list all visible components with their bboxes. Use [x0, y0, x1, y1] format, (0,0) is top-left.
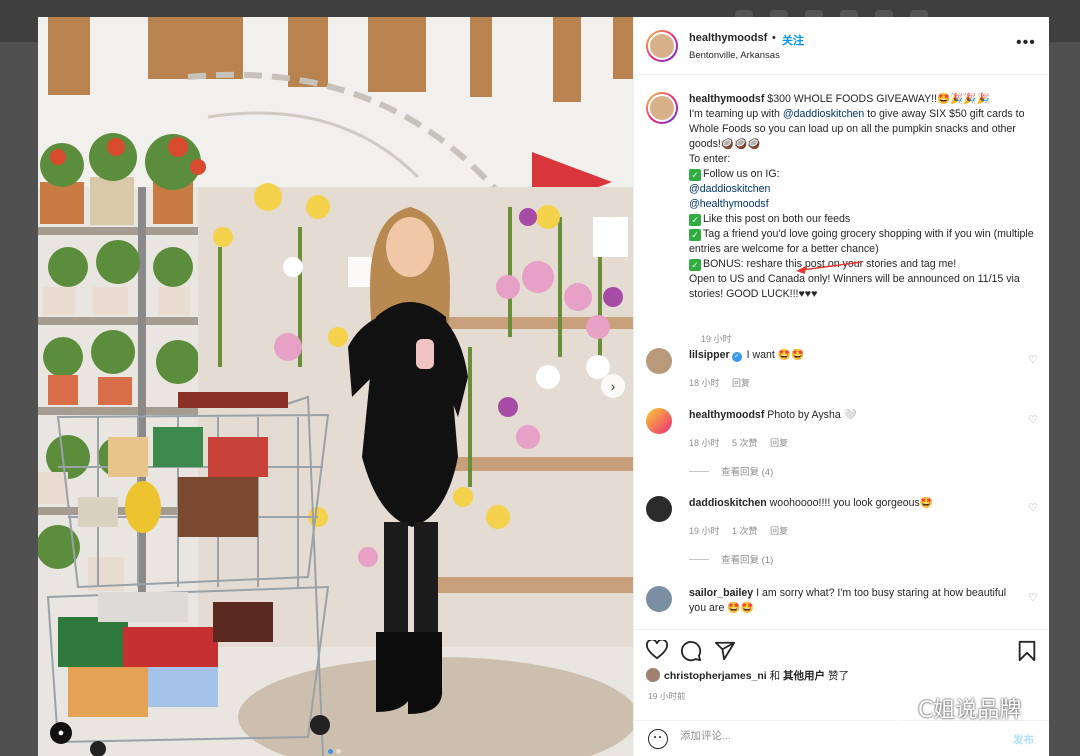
- comment-avatar[interactable]: [646, 348, 672, 374]
- heart-icon[interactable]: [646, 640, 668, 660]
- comment-text: lilsipper ✓ I want 🤩🤩: [689, 348, 1014, 363]
- post-photo: › ●: [38, 17, 633, 756]
- post-comment-button[interactable]: 发布: [1013, 732, 1034, 747]
- caption-line1: $300 WHOLE FOODS GIVEAWAY!!🤩🎉🎉🎉: [767, 93, 990, 105]
- carousel-dot: [336, 749, 341, 754]
- comment-username[interactable]: healthymoodsf: [689, 409, 764, 421]
- comment-heart-icon[interactable]: ♡: [1028, 591, 1038, 604]
- comment-input[interactable]: [680, 730, 980, 742]
- post-timestamp: 19 小时前: [648, 691, 686, 701]
- view-replies-button[interactable]: 查看回复 (4): [689, 464, 773, 478]
- caption-mention-1[interactable]: @daddioskitchen: [689, 183, 770, 195]
- caption-username[interactable]: healthymoodsf: [689, 93, 764, 105]
- add-comment-bar: 发布: [634, 720, 1049, 756]
- comment-meta: 18 小时 5 次赞 回复: [689, 436, 798, 449]
- comment-icon[interactable]: [680, 640, 702, 662]
- caption-avatar[interactable]: [646, 92, 678, 124]
- caption-text: healthymoodsf $300 WHOLE FOODS GIVEAWAY!…: [689, 92, 1044, 302]
- backdrop-right: [1049, 42, 1080, 756]
- view-replies-label: 查看回复 (1): [721, 555, 774, 566]
- comment-text: daddioskitchen woohoooo!!!! you look gor…: [689, 496, 1014, 511]
- view-replies-label: 查看回复 (4): [721, 467, 774, 478]
- share-icon[interactable]: [714, 640, 736, 662]
- caption-time: 19 小时: [701, 334, 732, 344]
- check-icon: ✓: [689, 259, 701, 271]
- comment-avatar[interactable]: [646, 496, 672, 522]
- comments-scroll-area[interactable]: healthymoodsf $300 WHOLE FOODS GIVEAWAY!…: [634, 76, 1049, 629]
- check-icon: ✓: [689, 169, 701, 181]
- watermark-text: C姐说品牌: [918, 698, 1022, 723]
- check-icon: ✓: [689, 214, 701, 226]
- comment-heart-icon[interactable]: ♡: [1028, 501, 1038, 514]
- user-tag-icon[interactable]: ●: [50, 722, 72, 744]
- comment-time: 18 小时: [689, 438, 720, 448]
- caption-step2: Like this post on both our feeds: [703, 213, 851, 225]
- reply-button[interactable]: 回复: [770, 438, 788, 448]
- comment-body: Photo by Aysha 🤍: [767, 409, 857, 421]
- caption-closing: Open to US and Canada only! Winners will…: [689, 273, 1020, 300]
- caption-mention-daddioskitchen[interactable]: @daddioskitchen: [783, 108, 864, 120]
- reply-button[interactable]: 回复: [770, 526, 788, 536]
- liker-username[interactable]: christopherjames_ni: [664, 670, 767, 682]
- post-location[interactable]: Bentonville, Arkansas: [689, 50, 780, 61]
- wechat-watermark-icon: [872, 695, 910, 721]
- caption-to-enter: To enter:: [689, 153, 731, 165]
- check-icon: ✓: [689, 229, 701, 241]
- comment-text: sailor_bailey I am sorry what? I'm too b…: [689, 586, 1014, 616]
- header-avatar[interactable]: [646, 30, 678, 62]
- likes-others[interactable]: 其他用户: [783, 670, 825, 682]
- post-actions: [634, 629, 1049, 669]
- post-photo-image: [38, 17, 633, 756]
- comment-time: 19 小时: [689, 526, 720, 536]
- next-photo-arrow-icon[interactable]: ›: [601, 374, 625, 398]
- header-separator: •: [772, 32, 776, 44]
- comment-likes[interactable]: 5 次赞: [732, 438, 758, 448]
- more-icon[interactable]: •••: [1016, 34, 1036, 52]
- comment-avatar[interactable]: [646, 586, 672, 612]
- comment-heart-icon[interactable]: ♡: [1028, 353, 1038, 366]
- verified-badge-icon: ✓: [731, 352, 742, 362]
- comment-text: healthymoodsf Photo by Aysha 🤍: [689, 408, 1014, 423]
- carousel-dot-active: [328, 749, 333, 754]
- comment-body: woohoooo!!!! you look gorgeous🤩: [769, 497, 934, 509]
- emoji-icon[interactable]: [648, 729, 668, 749]
- caption-line2a: I'm teaming up with: [689, 108, 783, 120]
- post-header: healthymoodsf • 关注 Bentonville, Arkansas…: [634, 17, 1049, 75]
- bookmark-icon[interactable]: [1017, 640, 1037, 662]
- likes-connector: 和: [766, 670, 784, 682]
- comment-time: 18 小时: [689, 378, 720, 388]
- comment-body: I want 🤩🤩: [746, 349, 805, 361]
- comment-username[interactable]: daddioskitchen: [689, 497, 767, 509]
- comment-username[interactable]: sailor_bailey: [689, 587, 753, 599]
- header-username[interactable]: healthymoodsf: [689, 32, 767, 44]
- comment-avatar[interactable]: [646, 408, 672, 434]
- post-sidebar: healthymoodsf • 关注 Bentonville, Arkansas…: [633, 17, 1049, 756]
- comment-likes[interactable]: 1 次赞: [732, 526, 758, 536]
- reply-button[interactable]: 回复: [732, 378, 750, 388]
- comment-meta: 19 小时 1 次赞 回复: [689, 524, 798, 537]
- post-modal: › ● healthymoodsf • 关注 Bentonville, Arka…: [38, 17, 1049, 756]
- likes-summary: christopherjames_ni 和 其他用户 赞了: [646, 668, 849, 683]
- comment-meta: 18 小时 回复: [689, 376, 760, 389]
- view-replies-button[interactable]: 查看回复 (1): [689, 552, 773, 566]
- liker-avatar[interactable]: [646, 668, 660, 682]
- follow-button[interactable]: 关注: [782, 32, 804, 48]
- comment-heart-icon[interactable]: ♡: [1028, 413, 1038, 426]
- backdrop-left: [0, 42, 38, 756]
- comment-username[interactable]: lilsipper: [689, 349, 730, 361]
- carousel-dots: [328, 741, 344, 756]
- caption-mention-2[interactable]: @healthymoodsf: [689, 198, 769, 210]
- caption-step3: Tag a friend you'd love going grocery sh…: [689, 228, 1034, 255]
- annotation-arrow-icon: [796, 261, 863, 274]
- caption-step1: Follow us on IG:: [703, 168, 780, 180]
- likes-suffix: 赞了: [825, 670, 849, 682]
